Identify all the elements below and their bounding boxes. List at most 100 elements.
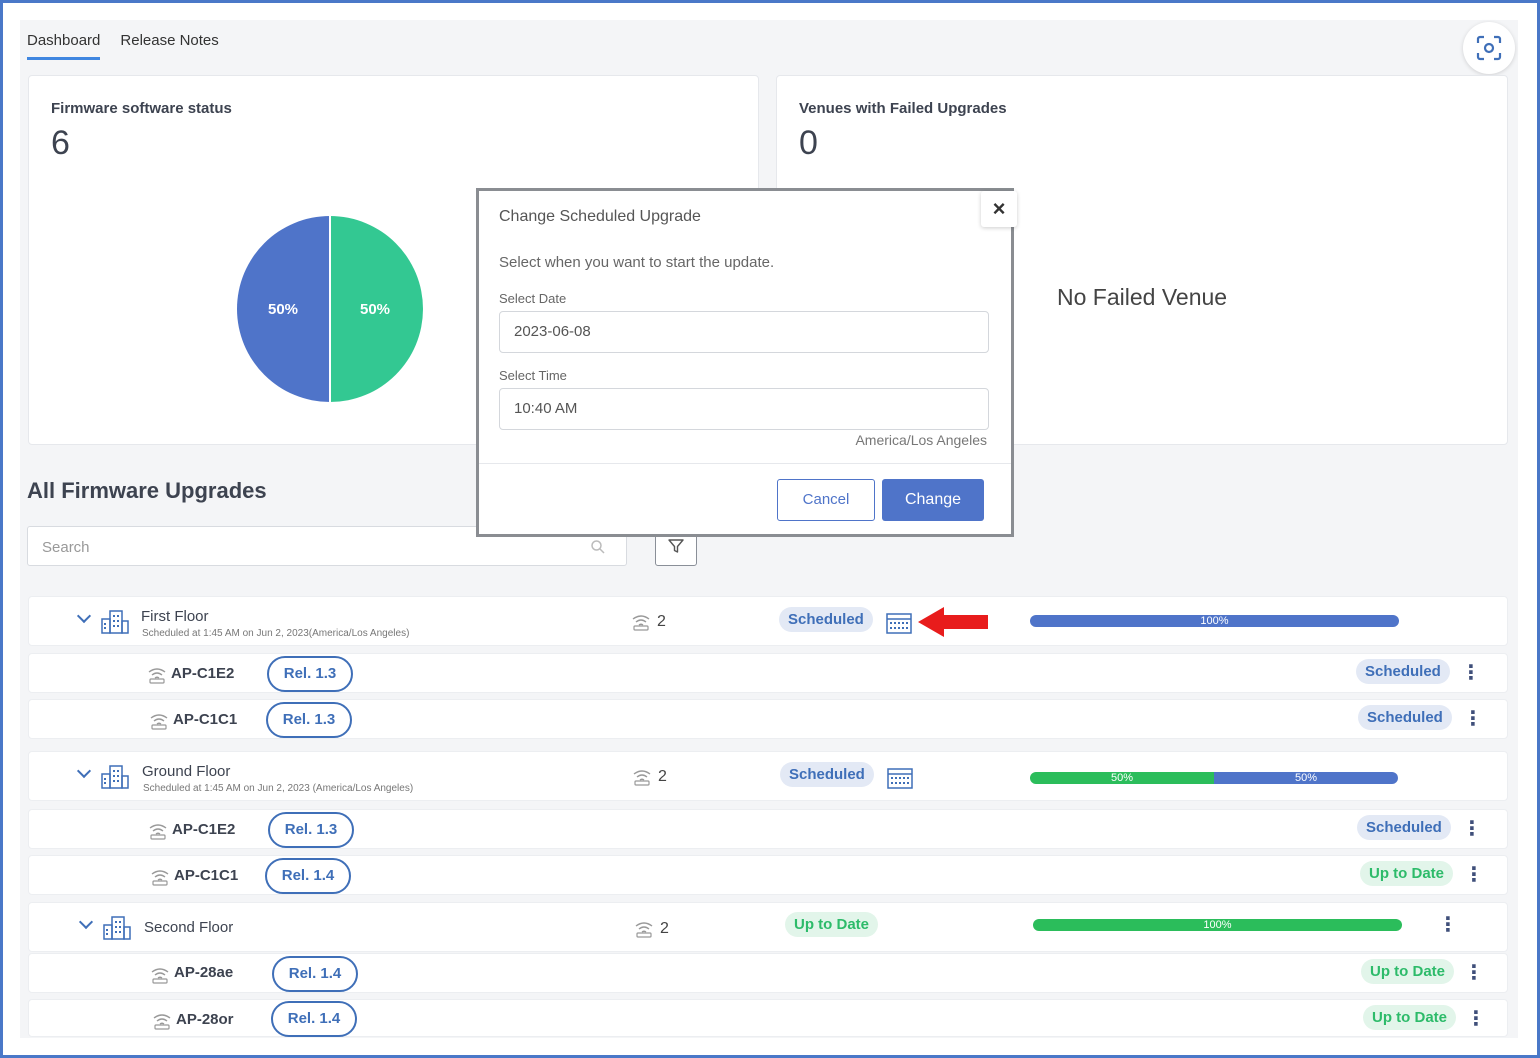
pie-label-blue: 50%	[268, 301, 298, 318]
venue-row-second-floor[interactable]: Second Floor 2 Up to Date 100% ⋮	[28, 902, 1508, 952]
ap-row[interactable]: AP-C1C1 Rel. 1.4 Up to Date ⋮	[28, 855, 1508, 895]
card-title: Firmware software status	[51, 100, 232, 117]
ap-count-value: 2	[658, 768, 667, 785]
pie-label-green: 50%	[360, 301, 390, 318]
wifi-icon	[633, 770, 651, 786]
progress-bar: 100%	[1030, 615, 1399, 627]
filter-icon	[668, 539, 684, 553]
venue-schedule-text: Scheduled at 1:45 AM on Jun 2, 2023 (Ame…	[143, 783, 414, 794]
ap-name: AP-C1C1	[173, 711, 238, 728]
status-badge: Scheduled	[779, 607, 873, 632]
status-badge: Scheduled	[780, 762, 874, 787]
ap-count-value: 2	[660, 920, 669, 937]
venue-row-ground-floor[interactable]: Ground Floor Scheduled at 1:45 AM on Jun…	[28, 751, 1508, 801]
ap-row[interactable]: AP-C1E2 Rel. 1.3 Scheduled ⋮	[28, 809, 1508, 849]
firmware-pie-chart: 50% 50%	[237, 216, 423, 402]
timezone-text: America/Los Angeles	[855, 432, 987, 448]
chevron-down-icon[interactable]	[76, 608, 92, 624]
release-badge[interactable]: Rel. 1.4	[271, 1001, 357, 1037]
time-label: Select Time	[499, 368, 567, 383]
wifi-icon	[632, 615, 650, 631]
change-scheduled-upgrade-dialog: Change Scheduled Upgrade × Select when y…	[476, 188, 1017, 537]
tab-release-notes[interactable]: Release Notes	[120, 32, 218, 60]
more-options-icon[interactable]: ⋮	[1464, 963, 1484, 983]
ap-row[interactable]: AP-28ae Rel. 1.4 Up to Date ⋮	[28, 953, 1508, 993]
ap-count: 2	[631, 613, 666, 631]
date-field[interactable]: 2023-06-08	[499, 311, 989, 353]
tab-bar: Dashboard Release Notes	[27, 32, 219, 60]
chevron-down-icon[interactable]	[78, 914, 94, 930]
ap-count: 2	[632, 768, 667, 786]
more-options-icon[interactable]: ⋮	[1463, 709, 1483, 729]
wifi-icon	[148, 668, 166, 684]
cancel-button[interactable]: Cancel	[777, 479, 875, 521]
more-options-icon[interactable]: ⋮	[1438, 915, 1458, 935]
more-options-icon[interactable]: ⋮	[1464, 865, 1484, 885]
screenshot-button[interactable]	[1463, 22, 1515, 74]
failed-count: 0	[799, 124, 818, 162]
status-badge: Scheduled	[1357, 815, 1451, 840]
close-icon[interactable]: ×	[981, 191, 1017, 227]
ap-row[interactable]: AP-C1E2 Rel. 1.3 Scheduled ⋮	[28, 653, 1508, 693]
ap-name: AP-28or	[176, 1011, 234, 1028]
divider	[479, 463, 1011, 464]
dialog-description: Select when you want to start the update…	[499, 254, 775, 271]
time-field[interactable]: 10:40 AM	[499, 388, 989, 430]
empty-state-text: No Failed Venue	[1057, 284, 1228, 310]
building-icon	[101, 610, 129, 634]
wifi-icon	[149, 824, 167, 840]
ap-row[interactable]: AP-C1C1 Rel. 1.3 Scheduled ⋮	[28, 699, 1508, 739]
release-badge[interactable]: Rel. 1.4	[265, 858, 351, 894]
status-badge: Up to Date	[785, 912, 878, 937]
release-badge[interactable]: Rel. 1.3	[266, 702, 352, 738]
status-badge: Up to Date	[1360, 861, 1453, 886]
status-badge: Up to Date	[1361, 959, 1454, 984]
chevron-down-icon[interactable]	[76, 763, 92, 779]
progress-segment: 100%	[1033, 919, 1402, 931]
focus-capture-icon	[1476, 35, 1502, 61]
calendar-icon[interactable]	[887, 767, 913, 789]
wifi-icon	[150, 714, 168, 730]
more-options-icon[interactable]: ⋮	[1461, 663, 1481, 683]
status-badge: Scheduled	[1356, 659, 1450, 684]
release-badge[interactable]: Rel. 1.3	[268, 812, 354, 848]
venue-name: Ground Floor	[142, 763, 231, 780]
venue-name: Second Floor	[144, 919, 234, 936]
search-icon	[591, 540, 605, 554]
venue-row-first-floor[interactable]: First Floor Scheduled at 1:45 AM on Jun …	[28, 596, 1508, 646]
ap-row[interactable]: AP-28or Rel. 1.4 Up to Date ⋮	[28, 999, 1508, 1037]
ap-count: 2	[634, 920, 669, 938]
red-arrow-annotation	[918, 607, 988, 637]
ap-name: AP-28ae	[174, 964, 234, 981]
building-icon	[103, 916, 131, 940]
wifi-icon	[153, 1014, 171, 1030]
progress-segment: 100%	[1030, 615, 1399, 627]
ap-name: AP-C1C1	[174, 867, 239, 884]
card-title: Venues with Failed Upgrades	[799, 100, 1007, 117]
section-title: All Firmware Upgrades	[27, 478, 267, 503]
progress-segment: 50%	[1030, 772, 1214, 784]
calendar-icon[interactable]	[886, 612, 912, 634]
more-options-icon[interactable]: ⋮	[1466, 1009, 1486, 1029]
building-icon	[101, 765, 129, 789]
release-badge[interactable]: Rel. 1.4	[272, 956, 358, 992]
venue-schedule-text: Scheduled at 1:45 AM on Jun 2, 2023(Amer…	[142, 628, 410, 639]
wifi-icon	[151, 968, 169, 984]
ap-count-value: 2	[657, 613, 666, 630]
dialog-title: Change Scheduled Upgrade	[499, 208, 701, 225]
wifi-icon	[151, 870, 169, 886]
status-badge: Scheduled	[1358, 705, 1452, 730]
wifi-icon	[635, 922, 653, 938]
status-badge: Up to Date	[1363, 1005, 1456, 1030]
change-button[interactable]: Change	[882, 479, 984, 521]
firmware-count: 6	[51, 124, 70, 162]
progress-segment: 50%	[1214, 772, 1398, 784]
release-badge[interactable]: Rel. 1.3	[267, 656, 353, 692]
more-options-icon[interactable]: ⋮	[1462, 819, 1482, 839]
date-label: Select Date	[499, 291, 567, 306]
ap-name: AP-C1E2	[171, 665, 235, 682]
progress-bar: 50% 50%	[1030, 772, 1398, 784]
progress-bar: 100%	[1033, 919, 1402, 931]
tab-dashboard[interactable]: Dashboard	[27, 32, 101, 60]
ap-name: AP-C1E2	[172, 821, 236, 838]
